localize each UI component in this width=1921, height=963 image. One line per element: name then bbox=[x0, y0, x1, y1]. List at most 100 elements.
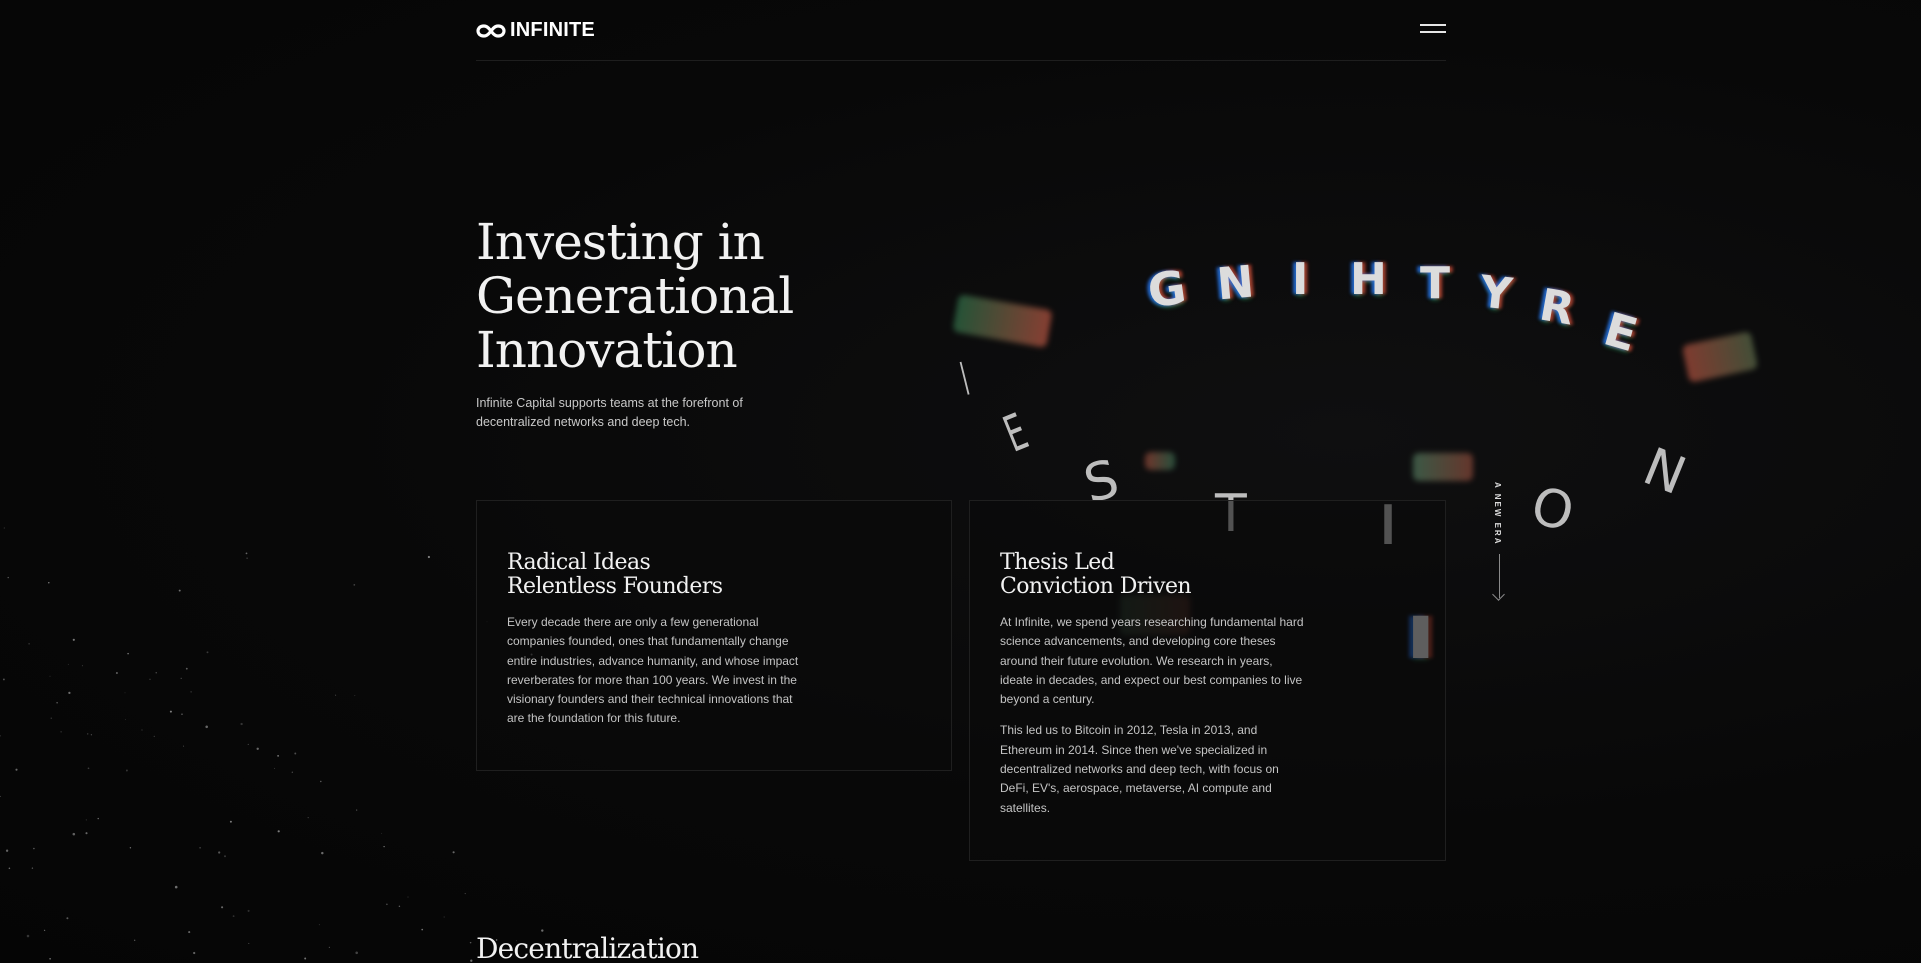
star bbox=[5, 849, 9, 852]
star bbox=[49, 957, 51, 960]
star bbox=[97, 817, 99, 820]
star bbox=[124, 692, 126, 694]
star bbox=[66, 917, 69, 920]
ring-letter: N bbox=[1214, 256, 1256, 311]
star bbox=[169, 710, 172, 713]
glow-shape bbox=[952, 294, 1053, 348]
star bbox=[232, 915, 235, 918]
star bbox=[247, 909, 250, 912]
star bbox=[469, 941, 472, 944]
star bbox=[56, 702, 58, 704]
star bbox=[240, 722, 243, 726]
star bbox=[43, 929, 46, 931]
logo-link[interactable]: INFINITE bbox=[476, 19, 595, 42]
hamburger-menu-icon bbox=[1420, 24, 1446, 26]
hamburger-menu-line bbox=[1420, 31, 1446, 33]
star bbox=[427, 555, 431, 559]
card-paragraph: Every decade there are only a few genera… bbox=[507, 615, 799, 726]
card-title-line: Relentless Founders bbox=[507, 574, 723, 599]
ring-letter: I bbox=[1292, 254, 1309, 305]
scroll-indicator[interactable]: A NEW ERA bbox=[1492, 482, 1507, 602]
star bbox=[141, 729, 143, 731]
star bbox=[320, 780, 322, 783]
star bbox=[245, 552, 248, 555]
card-body: Every decade there are only a few genera… bbox=[507, 613, 812, 741]
star bbox=[7, 576, 9, 579]
star bbox=[246, 557, 248, 559]
ring-letter: E bbox=[1598, 301, 1644, 363]
card-thesis-led: Thesis Led Conviction Driven At Infinite… bbox=[969, 500, 1446, 861]
ring-letter: H bbox=[1350, 254, 1387, 305]
star bbox=[60, 731, 62, 733]
star bbox=[127, 652, 129, 655]
ring-letter: N bbox=[1635, 436, 1694, 508]
star bbox=[398, 905, 401, 908]
star bbox=[407, 896, 409, 898]
star bbox=[247, 743, 249, 745]
card-title-line: Conviction Driven bbox=[1000, 574, 1192, 599]
glow-shape bbox=[1681, 331, 1759, 383]
star bbox=[81, 665, 83, 667]
star bbox=[90, 734, 93, 736]
ring-letter: I bbox=[955, 352, 974, 406]
star bbox=[221, 906, 224, 909]
page: INFINITE G N I H T Y R E I E S T I O N I… bbox=[0, 0, 1921, 963]
star bbox=[183, 745, 185, 747]
star bbox=[85, 832, 88, 835]
hero-title-line: Generational bbox=[476, 267, 794, 325]
star bbox=[383, 845, 385, 848]
glow-shape bbox=[1145, 452, 1175, 470]
hamburger-menu-button[interactable] bbox=[1420, 22, 1446, 36]
infinity-icon bbox=[476, 23, 506, 39]
star bbox=[2, 678, 5, 681]
star bbox=[470, 959, 473, 962]
site-header: INFINITE bbox=[476, 0, 1446, 61]
star bbox=[277, 830, 280, 833]
card-body: At Infinite, we spend years researching … bbox=[1000, 613, 1305, 830]
star bbox=[274, 767, 276, 769]
section-title: Decentralization bbox=[476, 932, 699, 963]
star bbox=[15, 768, 18, 771]
star bbox=[354, 695, 356, 697]
star bbox=[68, 691, 71, 695]
hero-title-line: Investing in bbox=[476, 213, 765, 271]
star bbox=[294, 752, 297, 755]
hero-title: Investing in Generational Innovation bbox=[476, 215, 896, 377]
star bbox=[205, 725, 208, 729]
star bbox=[33, 847, 35, 850]
star bbox=[174, 885, 178, 889]
card-paragraph: This led us to Bitcoin in 2012, Tesla in… bbox=[1000, 723, 1279, 815]
star bbox=[190, 691, 192, 693]
star bbox=[452, 851, 455, 854]
star bbox=[3, 527, 5, 529]
star bbox=[50, 717, 53, 719]
star bbox=[129, 847, 132, 849]
ring-letter: T bbox=[1420, 258, 1451, 309]
star bbox=[291, 771, 293, 773]
glow-shape bbox=[1413, 453, 1473, 481]
star bbox=[224, 855, 226, 858]
star bbox=[328, 946, 331, 949]
star bbox=[353, 584, 356, 586]
star bbox=[318, 924, 320, 926]
star bbox=[277, 755, 279, 757]
star bbox=[72, 832, 76, 836]
star bbox=[28, 642, 30, 645]
star bbox=[178, 589, 181, 592]
star bbox=[125, 769, 128, 772]
star bbox=[48, 581, 50, 584]
star bbox=[199, 846, 201, 849]
star bbox=[26, 934, 30, 938]
star bbox=[67, 663, 69, 665]
card-title-line: Thesis Led bbox=[1000, 550, 1115, 575]
star bbox=[153, 735, 156, 738]
star bbox=[304, 957, 307, 960]
star bbox=[8, 867, 11, 870]
star bbox=[134, 939, 136, 941]
star bbox=[49, 675, 51, 677]
star bbox=[421, 928, 424, 931]
star bbox=[248, 942, 250, 944]
rotating-word-ring: G N I H T Y R E I E S T I O N I bbox=[0, 0, 1921, 963]
star bbox=[0, 734, 1, 737]
star bbox=[307, 816, 309, 819]
